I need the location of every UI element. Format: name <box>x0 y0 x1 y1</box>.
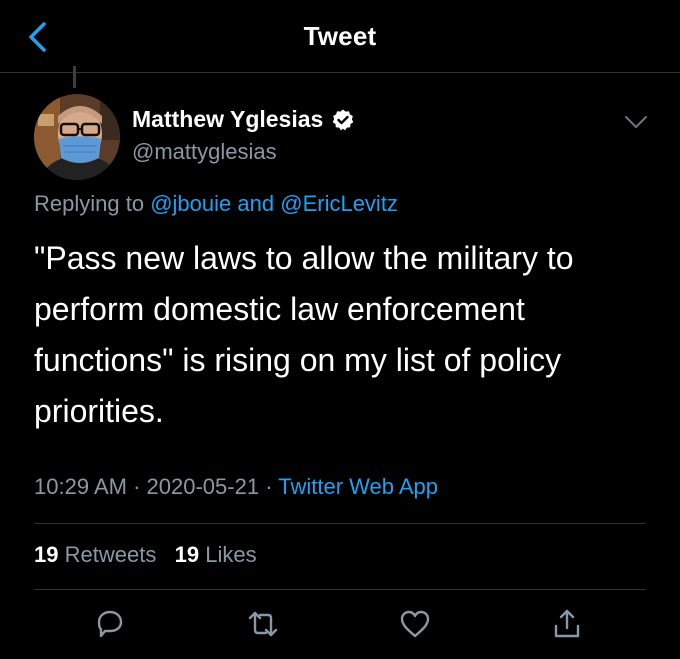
meta-separator-dot: · <box>133 474 141 499</box>
meta-separator-dot: · <box>265 474 273 499</box>
tweet-text: "Pass new laws to allow the military to … <box>34 240 574 429</box>
reply-icon[interactable] <box>93 607 127 641</box>
chevron-down-icon[interactable] <box>622 108 650 136</box>
mention-conjunction: and <box>237 191 275 216</box>
author-handle[interactable]: @mattyglesias <box>132 139 277 165</box>
replying-to-label: Replying to <box>34 191 145 216</box>
like-icon[interactable] <box>398 607 432 641</box>
source-app-link[interactable]: Twitter Web App <box>278 474 438 499</box>
tweet-time: 10:29 AM <box>34 474 127 499</box>
page-title: Tweet <box>303 21 377 51</box>
author-name-row[interactable]: Matthew Yglesias <box>132 106 355 133</box>
replying-to-line: Replying to @jbouie and @EricLevitz <box>34 191 398 217</box>
thread-connector-line <box>73 66 76 88</box>
avatar[interactable] <box>34 94 120 180</box>
retweets-count[interactable]: 19 <box>34 542 58 567</box>
top-bar: Tweet <box>0 0 680 73</box>
retweet-icon[interactable] <box>246 607 280 641</box>
likes-count[interactable]: 19 <box>175 542 199 567</box>
retweets-label[interactable]: Retweets <box>65 542 157 567</box>
likes-label[interactable]: Likes <box>205 542 256 567</box>
share-icon[interactable] <box>550 607 584 641</box>
divider <box>34 523 646 524</box>
tweet-date: 2020-05-21 <box>146 474 260 499</box>
mention-link-ericlevitz[interactable]: @EricLevitz <box>280 191 398 216</box>
tweet-stats: 19 Retweets 19 Likes <box>34 542 257 568</box>
mention-link-jbouie[interactable]: @jbouie <box>150 191 231 216</box>
verified-badge-icon <box>333 109 354 130</box>
tweet-meta: 10:29 AM · 2020-05-21 · Twitter Web App <box>34 474 438 500</box>
author-name[interactable]: Matthew Yglesias <box>132 106 323 133</box>
divider <box>34 589 646 590</box>
